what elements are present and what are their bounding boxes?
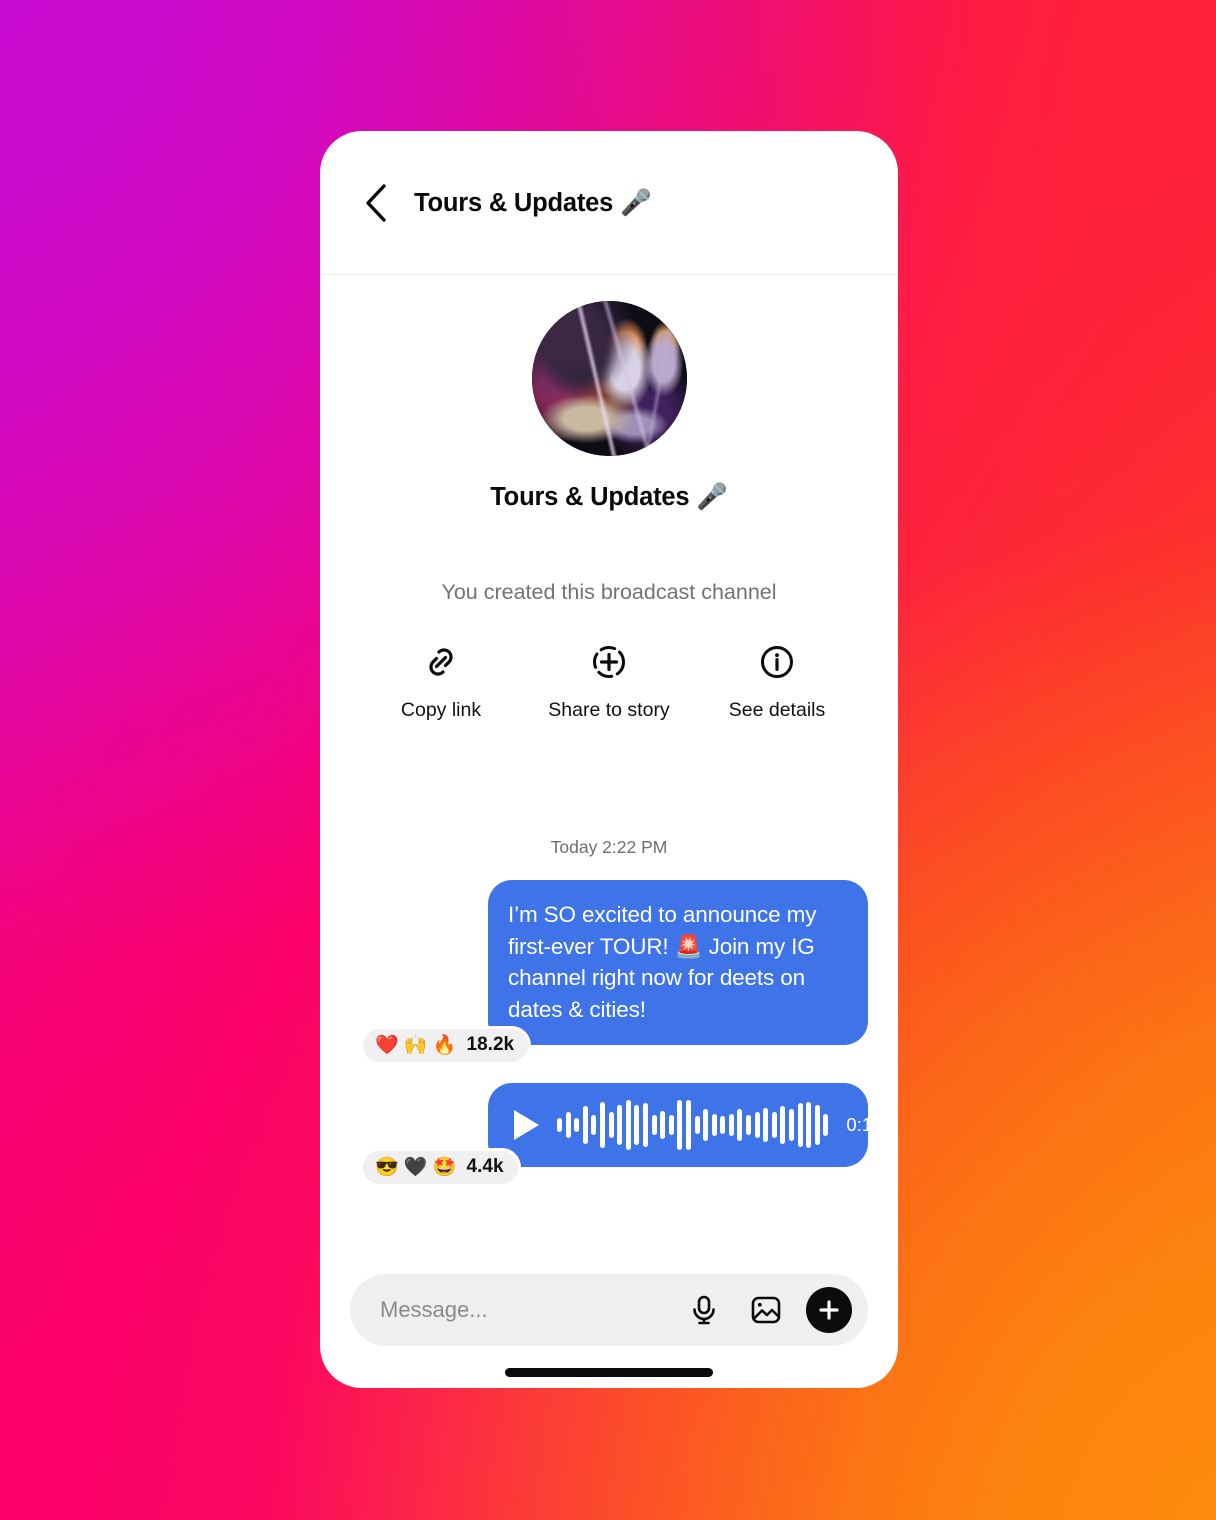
- see-details-label: See details: [728, 699, 826, 721]
- composer: Message...: [320, 1274, 898, 1346]
- message-input-bar[interactable]: Message...: [350, 1274, 868, 1346]
- microphone-icon: [693, 1295, 715, 1325]
- see-details-button[interactable]: See details: [693, 639, 861, 722]
- info-circle-icon: [693, 639, 861, 685]
- link-icon: [357, 639, 525, 685]
- message-list: Today 2:22 PM I’m SO excited to announce…: [320, 722, 898, 1274]
- share-to-story-button[interactable]: Share to story: [525, 639, 693, 722]
- share-to-story-label: Share to story: [548, 699, 670, 721]
- back-button[interactable]: [356, 183, 396, 223]
- action-row: Copy link Share to story See details: [320, 639, 898, 722]
- voice-duration: 0:12: [846, 1114, 883, 1135]
- chevron-left-icon: [366, 183, 386, 222]
- add-attachment-button[interactable]: [806, 1287, 852, 1333]
- phone-screen: Tours & Updates 🎤 Tours & Updates 🎤 You …: [320, 131, 898, 1388]
- reaction-emojis: ❤️ 🙌 🔥: [375, 1035, 457, 1056]
- plus-icon: [819, 1300, 839, 1320]
- message-row: 0:12 😎 🖤 🤩 4.4k: [350, 1083, 882, 1187]
- voice-message-bubble[interactable]: 0:12: [488, 1083, 882, 1167]
- reaction-emojis: 😎 🖤 🤩: [375, 1157, 457, 1178]
- share-to-story-icon: [525, 639, 693, 685]
- image-icon: [751, 1296, 781, 1324]
- reaction-count: 4.4k: [466, 1156, 504, 1177]
- avatar[interactable]: [531, 301, 687, 456]
- page-title: Tours & Updates 🎤: [414, 188, 652, 217]
- microphone-button[interactable]: [682, 1288, 726, 1332]
- reaction-pill[interactable]: ❤️ 🙌 🔥 18.2k: [360, 1026, 532, 1065]
- channel-profile: Tours & Updates 🎤 You created this broad…: [320, 275, 898, 722]
- message-row: I’m SO excited to announce my first-ever…: [350, 880, 868, 1065]
- message-input[interactable]: Message...: [380, 1297, 664, 1323]
- home-indicator: [505, 1368, 713, 1377]
- reaction-count: 18.2k: [466, 1034, 515, 1055]
- waveform[interactable]: [557, 1100, 829, 1150]
- channel-name: Tours & Updates 🎤: [490, 483, 728, 511]
- copy-link-label: Copy link: [400, 699, 482, 721]
- play-icon[interactable]: [514, 1110, 539, 1140]
- text-message-bubble[interactable]: I’m SO excited to announce my first-ever…: [488, 880, 868, 1045]
- day-timestamp: Today 2:22 PM: [550, 837, 668, 857]
- created-note: You created this broadcast channel: [441, 580, 777, 604]
- chat-header: Tours & Updates 🎤: [320, 131, 898, 275]
- copy-link-button[interactable]: Copy link: [357, 639, 525, 722]
- reaction-pill[interactable]: 😎 🖤 🤩 4.4k: [360, 1148, 521, 1187]
- gallery-button[interactable]: [744, 1288, 788, 1332]
